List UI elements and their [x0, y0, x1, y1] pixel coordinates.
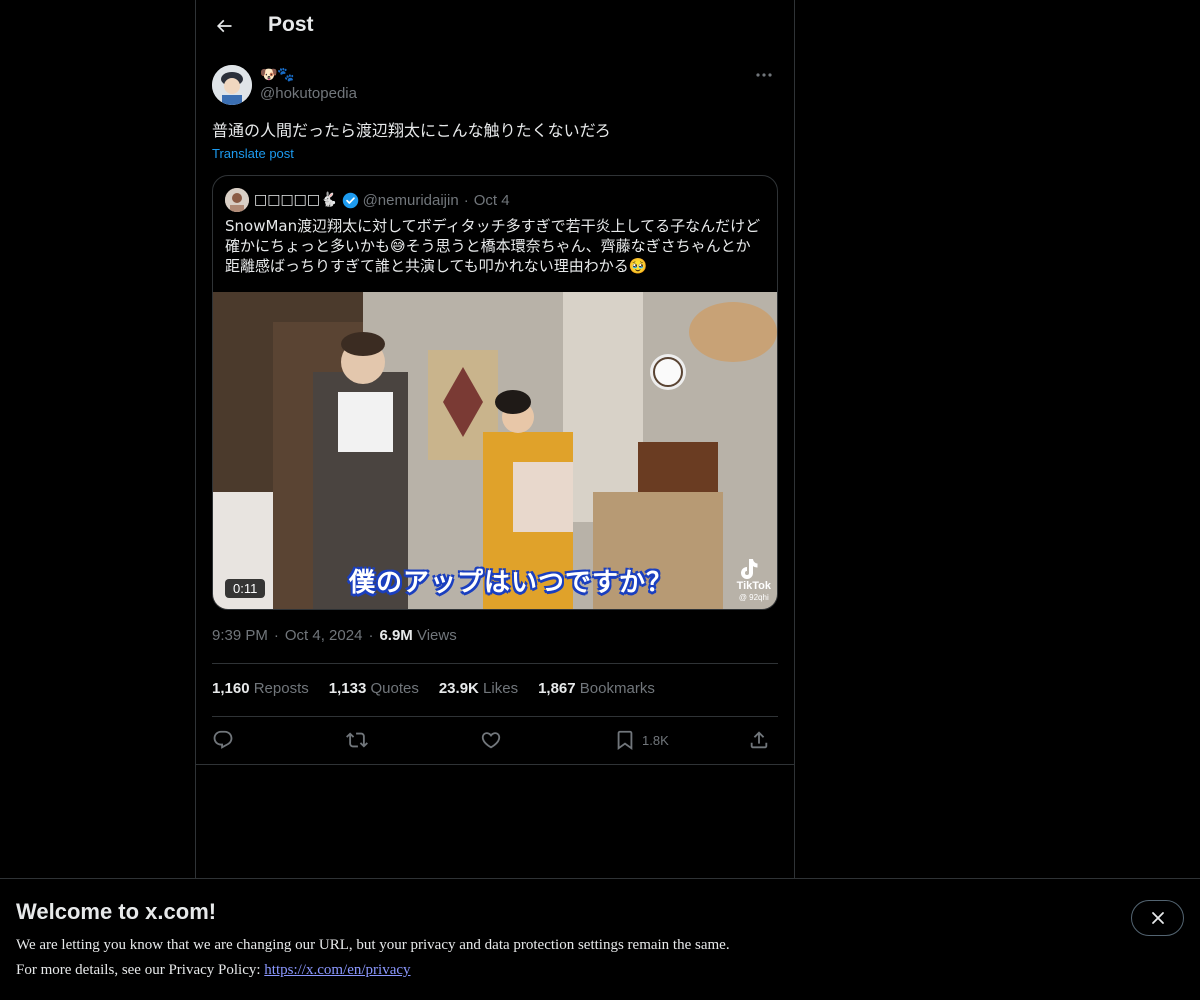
- views-count: 6.9M: [379, 627, 413, 644]
- likes-stat[interactable]: 23.9K Likes: [439, 680, 518, 697]
- post-author: 🐶🐾 @hokutopedia: [212, 64, 778, 108]
- bookmark-icon: [617, 730, 633, 751]
- quoted-separator: ·: [463, 191, 469, 209]
- privacy-policy-link[interactable]: https://x.com/en/privacy: [264, 962, 410, 978]
- post-date[interactable]: Oct 4, 2024: [285, 627, 363, 644]
- likes-label: Likes: [483, 680, 519, 697]
- quotes-stat[interactable]: 1,133 Quotes: [329, 680, 419, 697]
- page-title: Post: [268, 13, 314, 36]
- arrow-left-icon: [216, 19, 232, 33]
- banner-privacy-prefix: For more details, see our Privacy Policy…: [16, 962, 265, 978]
- share-icon: [750, 731, 768, 749]
- tiktok-handle: @ 92qhi: [738, 593, 769, 602]
- heart-icon: [481, 732, 501, 749]
- quoted-date: Oct 4: [473, 191, 510, 209]
- meta-separator: ·: [368, 627, 374, 644]
- post-time[interactable]: 9:39 PM: [212, 627, 268, 644]
- avatar[interactable]: [212, 65, 252, 105]
- banner-privacy-line: For more details, see our Privacy Policy…: [16, 962, 411, 979]
- likes-count: 23.9K: [438, 680, 479, 697]
- video-caption: 僕のアップはいつですか？: [349, 568, 674, 598]
- more-icon: [756, 73, 772, 77]
- quoted-handle: @nemuridaijin: [362, 191, 459, 209]
- banner-title: Welcome to x.com!: [16, 899, 217, 924]
- verified-badge-icon: [342, 192, 359, 209]
- more-button[interactable]: [750, 64, 778, 86]
- quotes-count: 1,133: [328, 680, 367, 697]
- quoted-post-header: □□□□□🐇 @nemuridaijin · Oct 4: [225, 188, 510, 212]
- main-column: Post 🐶🐾 @hokutopedia 普通の人間だったら渡辺翔太にこんな触り…: [195, 0, 795, 878]
- quoted-display-name: □□□□□🐇: [254, 192, 338, 208]
- back-button[interactable]: [212, 14, 236, 38]
- banner-message: We are letting you know that we are chan…: [16, 937, 730, 953]
- display-name[interactable]: 🐶🐾: [260, 64, 295, 84]
- meta-separator: ·: [273, 627, 279, 644]
- tiktok-label: TikTok: [736, 580, 771, 592]
- repost-icon: [346, 732, 368, 748]
- share-button[interactable]: [748, 727, 770, 753]
- display-name-emoji: 🐶🐾: [260, 65, 295, 82]
- divider: [196, 764, 794, 765]
- action-bar: 1.8K: [212, 727, 778, 755]
- translate-post-link[interactable]: Translate post: [212, 146, 294, 161]
- reposts-stat[interactable]: 1,160 Reposts: [212, 680, 309, 697]
- repost-button[interactable]: [346, 727, 368, 753]
- quotes-label: Quotes: [370, 680, 419, 697]
- bookmarks-stat[interactable]: 1,867 Bookmarks: [538, 680, 655, 697]
- quoted-avatar: [225, 188, 249, 212]
- reposts-count: 1,160: [212, 680, 250, 697]
- welcome-banner: Welcome to x.com! We are letting you kno…: [0, 878, 1200, 1000]
- close-banner-button[interactable]: [1131, 900, 1184, 936]
- reposts-label: Reposts: [253, 680, 309, 697]
- reply-button[interactable]: [212, 727, 234, 753]
- post-meta: 9:39 PM · Oct 4, 2024 · 6.9M Views: [212, 627, 457, 644]
- reply-icon: [213, 730, 233, 749]
- video-player[interactable]: 僕のアップはいつですか？ 0:11 TikTok @ 92qhi: [213, 292, 777, 609]
- quoted-text-line: SnowMan渡辺翔太に対してボディタッチ多すぎで若干炎上してる子なんだけど: [225, 217, 761, 235]
- bookmarks-count: 1,867: [538, 680, 576, 697]
- engagement-stats: 1,160 Reposts 1,133 Quotes 23.9K Likes 1…: [212, 680, 655, 697]
- quoted-text-line: 距離感ばっちりすぎて誰と共演しても叩かれない理由わかる🥹: [225, 257, 648, 275]
- divider: [212, 716, 778, 717]
- like-button[interactable]: [480, 727, 502, 753]
- close-icon: [1151, 912, 1164, 924]
- page-header: Post: [196, 0, 794, 54]
- video-duration: 0:11: [225, 579, 266, 598]
- views-label: Views: [416, 627, 457, 644]
- bookmark-button[interactable]: 1.8K: [614, 727, 669, 753]
- bookmarks-label: Bookmarks: [579, 680, 655, 697]
- quoted-text-line: 確かにちょっと多いかも😅そう思うと橋本環奈ちゃん、齊藤なぎさちゃんとか: [225, 237, 751, 255]
- quoted-text: SnowMan渡辺翔太に対してボディタッチ多すぎで若干炎上してる子なんだけど 確…: [225, 216, 765, 276]
- bookmark-count: 1.8K: [642, 732, 669, 748]
- tiktok-watermark: TikTok @ 92qhi: [737, 557, 771, 603]
- quoted-post[interactable]: □□□□□🐇 @nemuridaijin · Oct 4 SnowMan渡辺翔太…: [212, 175, 778, 610]
- post-text: 普通の人間だったら渡辺翔太にこんな触りたくないだろ: [212, 121, 611, 140]
- author-handle[interactable]: @hokutopedia: [260, 85, 357, 102]
- divider: [212, 663, 778, 664]
- tiktok-icon: [740, 559, 758, 579]
